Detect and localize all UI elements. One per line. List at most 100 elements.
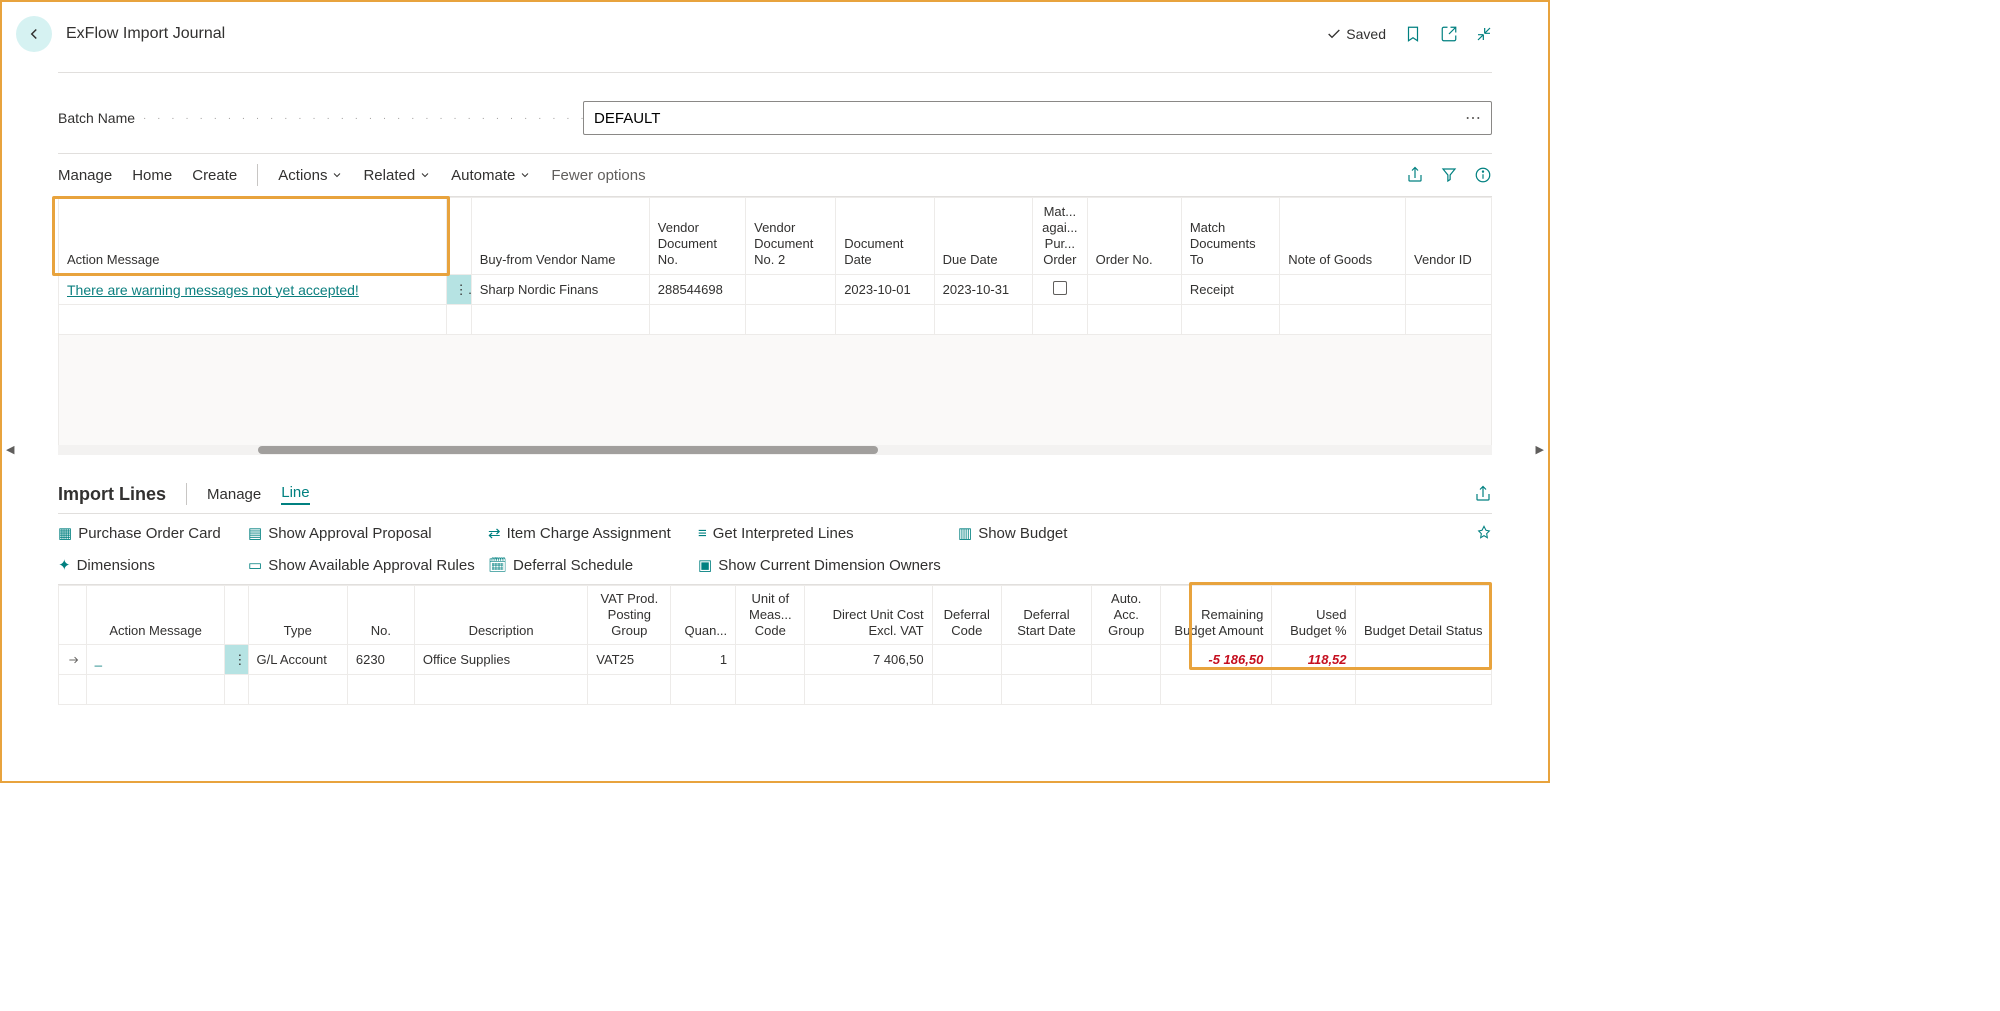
action-dimensions[interactable]: ✦Dimensions <box>58 556 248 574</box>
checkbox[interactable] <box>1053 281 1067 295</box>
row-selector[interactable] <box>59 645 87 675</box>
col-vat-group[interactable]: VAT Prod. Posting Group <box>588 586 671 645</box>
bookmark-icon[interactable] <box>1404 25 1422 43</box>
col-deferral-code[interactable]: Deferral Code <box>932 586 1001 645</box>
action-deferral-schedule[interactable]: 🗓Deferral Schedule <box>488 556 698 574</box>
lines-grid-wrap: Action Message Type No. Description VAT … <box>58 585 1492 705</box>
col-budget-detail-status[interactable]: Budget Detail Status <box>1355 586 1491 645</box>
tab-line[interactable]: Line <box>281 484 309 505</box>
col-note-of-goods[interactable]: Note of Goods <box>1280 198 1406 275</box>
col-action-message[interactable]: Action Message <box>59 198 447 275</box>
import-lines-header: Import Lines Manage Line <box>58 455 1492 513</box>
tab-manage[interactable]: Manage <box>207 486 261 503</box>
batch-name-input[interactable] <box>584 110 1455 127</box>
action-approval-proposal[interactable]: ▤Show Approval Proposal <box>248 524 488 542</box>
col-quantity[interactable]: Quan... <box>671 586 736 645</box>
action-message-link[interactable]: There are warning messages not yet accep… <box>67 282 359 298</box>
col-uom[interactable]: Unit of Meas... Code <box>736 586 805 645</box>
scroll-left-arrow[interactable]: ◀ <box>6 443 14 456</box>
table-row-empty[interactable] <box>59 675 1492 705</box>
cell-type[interactable]: G/L Account <box>248 645 347 675</box>
cell-direct-unit-cost[interactable]: 7 406,50 <box>805 645 932 675</box>
lookup-button[interactable]: ⋯ <box>1455 108 1491 128</box>
dotted-leader: · · · · · · · · · · · · · · · · · · · · … <box>143 113 583 124</box>
menu-home[interactable]: Home <box>132 167 172 184</box>
col-vendor-doc-no[interactable]: Vendor Document No. <box>649 198 745 275</box>
cell-order-no[interactable] <box>1087 275 1181 305</box>
table-row-empty[interactable] <box>59 305 1492 335</box>
col-buy-from-vendor[interactable]: Buy-from Vendor Name <box>471 198 649 275</box>
collapse-icon[interactable] <box>1476 26 1492 42</box>
cell-vendor-doc-no2[interactable] <box>746 275 836 305</box>
list-icon: ▤ <box>248 524 262 542</box>
horizontal-scrollbar[interactable]: ◀ ▶ <box>58 445 1492 455</box>
col-direct-unit-cost[interactable]: Direct Unit Cost Excl. VAT <box>805 586 932 645</box>
action-approval-rules[interactable]: ▭Show Available Approval Rules <box>248 556 488 574</box>
share-icon[interactable] <box>1474 485 1492 503</box>
action-item-charge[interactable]: ⇄Item Charge Assignment <box>488 524 698 542</box>
info-icon[interactable] <box>1474 166 1492 184</box>
col-used-budget[interactable]: Used Budget % <box>1272 586 1355 645</box>
menu-create[interactable]: Create <box>192 167 237 184</box>
action-show-budget[interactable]: ▥Show Budget <box>958 524 1128 542</box>
cell-due-date[interactable]: 2023-10-31 <box>934 275 1032 305</box>
col-document-date[interactable]: Document Date <box>836 198 934 275</box>
cell-deferral-start[interactable] <box>1001 645 1091 675</box>
popout-icon[interactable] <box>1440 25 1458 43</box>
table-row[interactable]: There are warning messages not yet accep… <box>59 275 1492 305</box>
menu-actions[interactable]: Actions <box>278 167 343 184</box>
action-interpreted-lines[interactable]: ≡Get Interpreted Lines <box>698 525 958 542</box>
col-action-message[interactable]: Action Message <box>86 586 225 645</box>
pin-icon[interactable] <box>1476 525 1492 541</box>
cell-budget-detail-status[interactable] <box>1355 645 1491 675</box>
filter-icon[interactable] <box>1440 166 1458 184</box>
main-grid: Action Message Buy-from Vendor Name Vend… <box>58 197 1492 335</box>
cell-description[interactable]: Office Supplies <box>414 645 587 675</box>
cell-remaining-budget[interactable]: -5 186,50 <box>1161 645 1272 675</box>
col-deferral-start[interactable]: Deferral Start Date <box>1001 586 1091 645</box>
col-match-po[interactable]: Mat... agai... Pur... Order <box>1033 198 1087 275</box>
row-menu-button[interactable]: ⋮ <box>225 645 248 675</box>
col-remaining-budget[interactable]: Remaining Budget Amount <box>1161 586 1272 645</box>
menu-automate[interactable]: Automate <box>451 167 531 184</box>
action-dimension-owners[interactable]: ▣Show Current Dimension Owners <box>698 556 958 574</box>
col-vendor-doc-no2[interactable]: Vendor Document No. 2 <box>746 198 836 275</box>
col-no[interactable]: No. <box>347 586 414 645</box>
cell-deferral-code[interactable] <box>932 645 1001 675</box>
menu-related[interactable]: Related <box>363 167 431 184</box>
cell-note-of-goods[interactable] <box>1280 275 1406 305</box>
cell-quantity[interactable]: 1 <box>671 645 736 675</box>
col-order-no[interactable]: Order No. <box>1087 198 1181 275</box>
cell-no[interactable]: 6230 <box>347 645 414 675</box>
menu-fewer-options[interactable]: Fewer options <box>551 167 645 184</box>
page-header: ExFlow Import Journal Saved <box>58 2 1492 73</box>
col-auto-acc-group[interactable]: Auto. Acc. Group <box>1092 586 1161 645</box>
cell-match-docs-to[interactable]: Receipt <box>1181 275 1279 305</box>
cell-vendor-id[interactable] <box>1405 275 1491 305</box>
col-type[interactable]: Type <box>248 586 347 645</box>
table-row[interactable]: _ ⋮ G/L Account 6230 Office Supplies VAT… <box>59 645 1492 675</box>
share-icon[interactable] <box>1406 166 1424 184</box>
cell-document-date[interactable]: 2023-10-01 <box>836 275 934 305</box>
cell-used-budget[interactable]: 118,52 <box>1272 645 1355 675</box>
chevron-down-icon <box>331 169 343 181</box>
scroll-thumb[interactable] <box>258 446 878 454</box>
row-menu-button[interactable]: ⋮ <box>446 275 471 305</box>
action-po-card[interactable]: ▦Purchase Order Card <box>58 524 248 542</box>
back-button[interactable] <box>16 16 52 52</box>
col-vendor-id[interactable]: Vendor ID <box>1405 198 1491 275</box>
col-description[interactable]: Description <box>414 586 587 645</box>
cell-vat-group[interactable]: VAT25 <box>588 645 671 675</box>
cell-vendor-doc-no[interactable]: 288544698 <box>649 275 745 305</box>
arrow-left-icon <box>25 25 43 43</box>
menu-manage[interactable]: Manage <box>58 167 112 184</box>
cell-action-message[interactable]: _ <box>86 645 225 675</box>
scroll-right-arrow[interactable]: ▶ <box>1536 443 1544 456</box>
cell-match-po[interactable] <box>1033 275 1087 305</box>
cell-vendor-name[interactable]: Sharp Nordic Finans <box>471 275 649 305</box>
col-due-date[interactable]: Due Date <box>934 198 1032 275</box>
cell-auto-acc-group[interactable] <box>1092 645 1161 675</box>
separator <box>257 164 258 186</box>
col-match-docs-to[interactable]: Match Documents To <box>1181 198 1279 275</box>
cell-uom[interactable] <box>736 645 805 675</box>
